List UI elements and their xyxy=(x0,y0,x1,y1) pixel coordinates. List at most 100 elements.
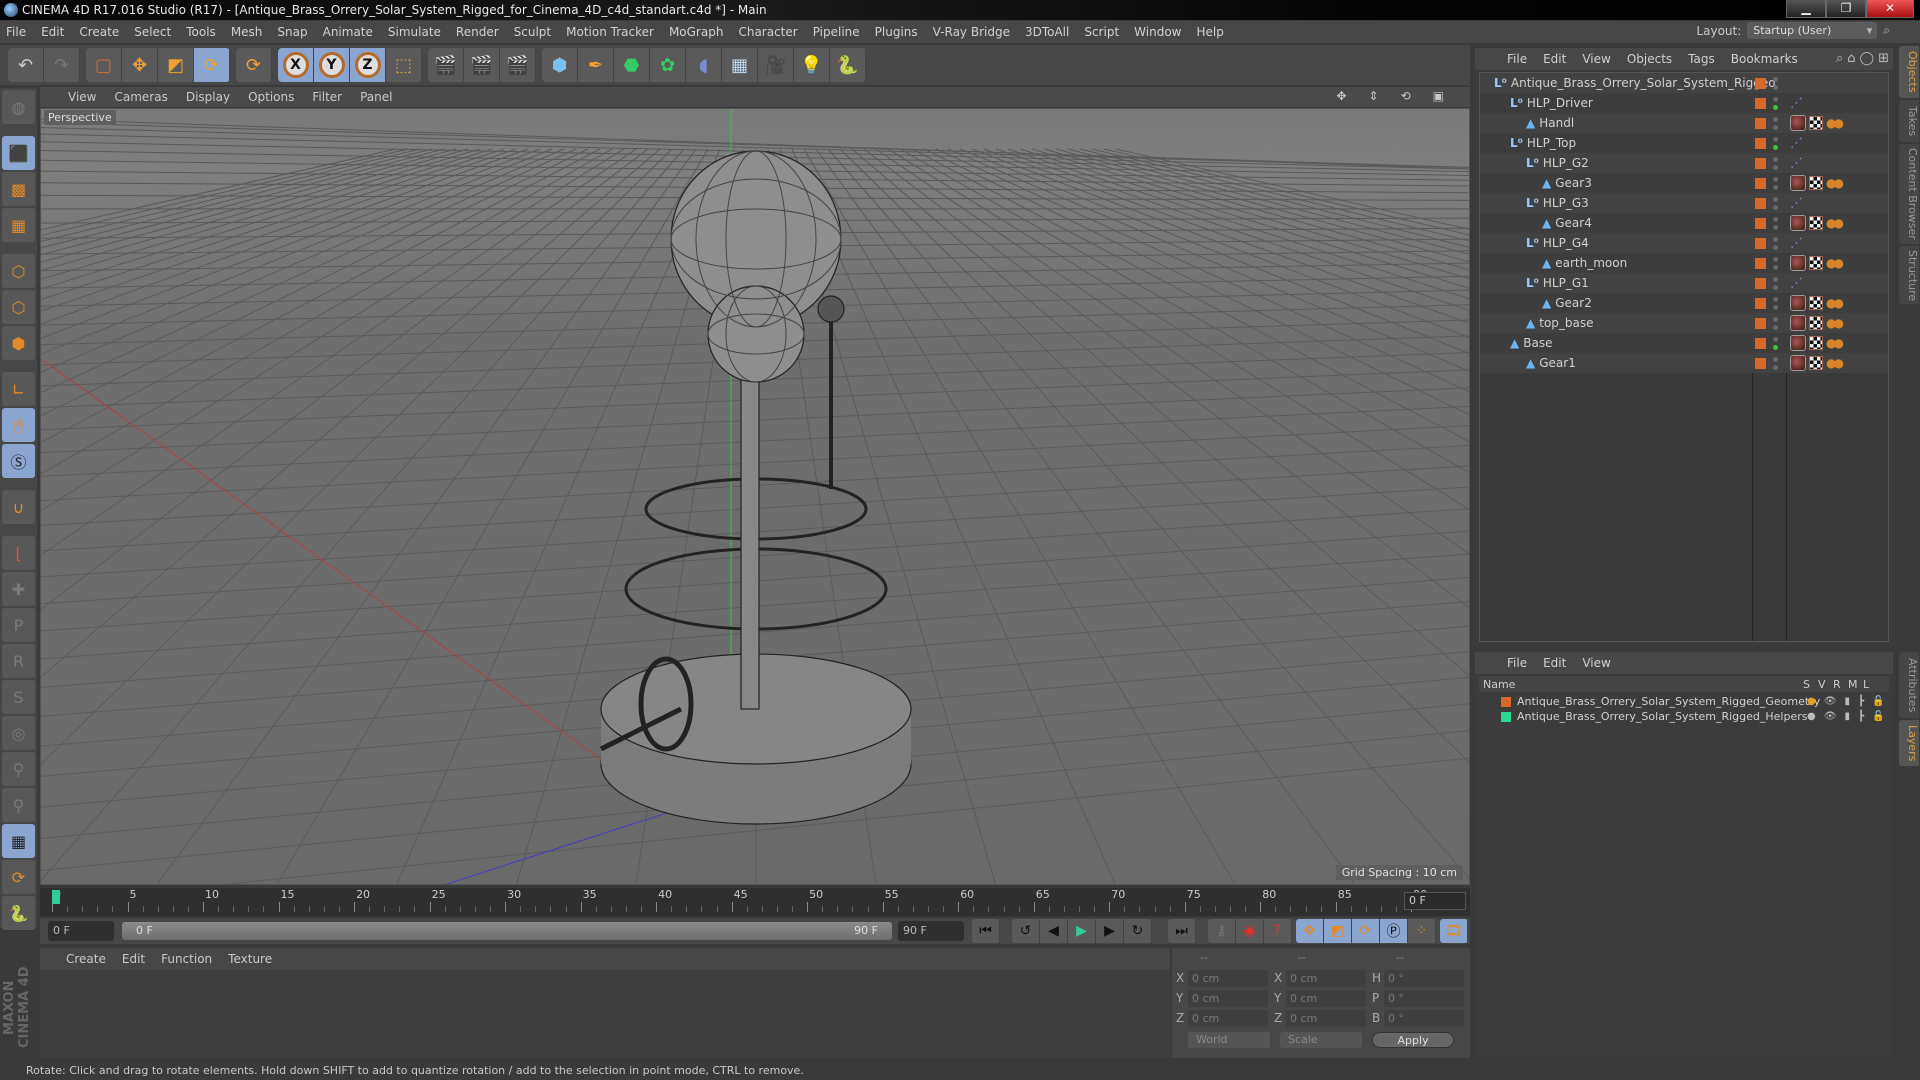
go-to-end-button[interactable]: ⏭ xyxy=(1168,919,1196,943)
object-row[interactable]: L⁰ HLP_G3 ⋰ xyxy=(1480,193,1888,213)
subdivision-button[interactable]: ⬣ xyxy=(614,48,650,82)
menu-help[interactable]: Help xyxy=(1196,25,1223,39)
object-row[interactable]: ▲ Gear3 ●● xyxy=(1480,173,1888,193)
visibility-dots[interactable] xyxy=(1773,336,1779,350)
coord-position-field[interactable]: 0 cm xyxy=(1188,989,1268,1007)
start-frame-field[interactable]: 0 F xyxy=(48,921,114,941)
layer-color-swatch[interactable] xyxy=(1755,97,1766,109)
frame-range-slider[interactable]: 0 F 90 F xyxy=(122,922,892,940)
menu-motion-tracker[interactable]: Motion Tracker xyxy=(566,25,654,39)
object-row[interactable]: ▲ Handl ●● xyxy=(1480,113,1888,133)
menu-mesh[interactable]: Mesh xyxy=(231,25,263,39)
render-view-button[interactable]: 🎬 xyxy=(428,48,464,82)
y-axis-lock-button[interactable]: Y xyxy=(314,48,350,82)
cube-object-button[interactable]: ⬢ xyxy=(542,48,578,82)
previous-key-button[interactable]: ↺ xyxy=(1012,919,1040,943)
visibility-dots[interactable] xyxy=(1773,116,1779,130)
new-window-icon[interactable]: ⊞ xyxy=(1878,51,1889,66)
layer-color-swatch[interactable] xyxy=(1755,337,1766,349)
key-help-button[interactable]: ? xyxy=(1264,919,1292,943)
object-row[interactable]: L⁰ HLP_G2 ⋰ xyxy=(1480,153,1888,173)
snap-button[interactable]: Ⓢ xyxy=(2,444,35,478)
render-settings-button[interactable]: 🎬 xyxy=(500,48,536,82)
menu-plugins[interactable]: Plugins xyxy=(875,25,918,39)
workplane-rotate-button[interactable]: ⟳ xyxy=(2,860,35,894)
solo-icon[interactable]: ● xyxy=(1807,696,1816,707)
workplane-axis-button[interactable]: ⌊ xyxy=(2,536,35,570)
visibility-dots[interactable] xyxy=(1773,316,1779,330)
x-axis-lock-button[interactable]: X xyxy=(278,48,314,82)
key-rotation-button[interactable]: R xyxy=(2,644,35,678)
texture-tag-icon[interactable] xyxy=(1809,216,1823,230)
layer-color-swatch[interactable] xyxy=(1755,277,1766,289)
menu-animate[interactable]: Animate xyxy=(323,25,373,39)
texture-tag-icon[interactable] xyxy=(1809,116,1823,130)
go-to-start-button[interactable]: ⏮ xyxy=(972,919,1000,943)
redo-button[interactable]: ↷ xyxy=(44,48,80,82)
texture-tag-icon[interactable] xyxy=(1809,316,1823,330)
search-icon[interactable]: ⌕ xyxy=(1883,23,1890,38)
object-row[interactable]: ▲ top_base ●● xyxy=(1480,313,1888,333)
render-clapper-icon[interactable]: ▮ xyxy=(1844,711,1850,722)
coord-position-field[interactable]: 0 cm xyxy=(1188,1009,1268,1027)
viewport-menu-options[interactable]: Options xyxy=(248,90,294,104)
object-row[interactable]: L⁰ HLP_Top ⋰ xyxy=(1480,133,1888,153)
visibility-dots[interactable] xyxy=(1773,236,1779,250)
size-mode-dropdown[interactable]: Scale xyxy=(1280,1032,1362,1048)
render-picture-viewer-button[interactable]: 🎬 xyxy=(464,48,500,82)
visibility-dots[interactable] xyxy=(1773,156,1779,170)
layer-color-swatch[interactable] xyxy=(1755,217,1766,229)
layer-column-l[interactable]: L xyxy=(1863,678,1869,691)
coord-size-field[interactable]: 0 cm xyxy=(1286,969,1366,987)
layer-color-swatch[interactable] xyxy=(1755,177,1766,189)
light-button[interactable]: 💡 xyxy=(794,48,830,82)
coord-rotation-field[interactable]: 0 ° xyxy=(1384,1009,1464,1027)
texture-tag-icon[interactable] xyxy=(1809,296,1823,310)
menu-select[interactable]: Select xyxy=(134,25,171,39)
material-tag-icon[interactable] xyxy=(1790,335,1806,351)
orbit-icon[interactable]: ⟲ xyxy=(1401,89,1411,103)
minimize-button[interactable]: ▁ xyxy=(1786,0,1826,18)
side-tab-takes[interactable]: Takes xyxy=(1899,100,1919,142)
material-tag-icon[interactable] xyxy=(1790,115,1806,131)
layers-menu-view[interactable]: View xyxy=(1582,656,1610,670)
menu-edit[interactable]: Edit xyxy=(41,25,64,39)
axis-mode-button[interactable]: ∟ xyxy=(2,372,35,406)
material-menu-create[interactable]: Create xyxy=(66,952,106,966)
visibility-dots[interactable] xyxy=(1773,276,1779,290)
side-tab-attributes[interactable]: Attributes xyxy=(1899,652,1919,718)
move-tool-button[interactable]: ✥ xyxy=(122,48,158,82)
layer-column-v[interactable]: V xyxy=(1818,678,1826,691)
layer-color-swatch[interactable] xyxy=(1755,297,1766,309)
object-row[interactable]: L⁰ HLP_Driver ⋰ xyxy=(1480,93,1888,113)
solo-icon[interactable]: ● xyxy=(1807,711,1816,722)
phong-tag-icon[interactable]: ●● xyxy=(1826,256,1844,270)
tweak-mode-button[interactable]: 🖱 xyxy=(2,408,35,442)
python-button[interactable]: 🐍 xyxy=(830,48,866,82)
menu-window[interactable]: Window xyxy=(1134,25,1181,39)
end-frame-field[interactable]: 90 F xyxy=(898,921,964,941)
visibility-dots[interactable] xyxy=(1773,176,1779,190)
object-row[interactable]: L⁰ Antique_Brass_Orrery_Solar_System_Rigg… xyxy=(1480,73,1888,93)
layer-color-swatch[interactable] xyxy=(1755,77,1766,89)
key-parameter-toggle[interactable]: Ⓟ xyxy=(1380,919,1408,943)
layer-color-swatch[interactable] xyxy=(1755,317,1766,329)
key-position-toggle[interactable]: ✥ xyxy=(1296,919,1324,943)
menu-tools[interactable]: Tools xyxy=(186,25,216,39)
menu-snap[interactable]: Snap xyxy=(277,25,307,39)
key-pla-button[interactable]: ⚲ xyxy=(2,788,35,822)
visible-eye-icon[interactable]: 👁 xyxy=(1824,696,1837,707)
timeline-ruler[interactable]: 051015202530354045505560657075808590 0 F xyxy=(40,888,1470,916)
texture-tag-icon[interactable] xyxy=(1809,176,1823,190)
menu-sculpt[interactable]: Sculpt xyxy=(514,25,551,39)
key-scale-toggle[interactable]: ◩ xyxy=(1324,919,1352,943)
eye-icon[interactable]: ◯ xyxy=(1860,51,1875,66)
objects-menu-bookmarks[interactable]: Bookmarks xyxy=(1731,52,1798,66)
camera-button[interactable]: 🎥 xyxy=(758,48,794,82)
dolly-icon[interactable]: ⇕ xyxy=(1369,89,1379,103)
search-icon[interactable]: ⌕ xyxy=(1836,51,1843,66)
object-row[interactable]: ▲ Gear2 ●● xyxy=(1480,293,1888,313)
phong-tag-icon[interactable]: ●● xyxy=(1826,336,1844,350)
coordinate-space-dropdown[interactable]: World xyxy=(1188,1032,1270,1048)
menu-mograph[interactable]: MoGraph xyxy=(669,25,724,39)
